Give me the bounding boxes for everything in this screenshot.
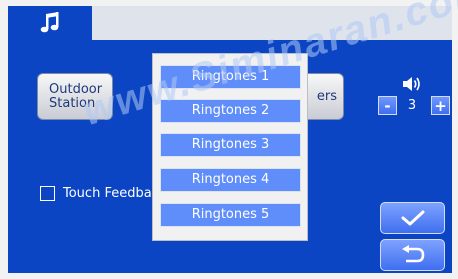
back-button[interactable] <box>380 239 445 271</box>
return-arrow-icon <box>401 245 424 263</box>
ringtone-option-4[interactable]: Ringtones 4 <box>160 168 301 192</box>
touch-feedback-label: Touch Feedba <box>63 186 152 201</box>
screen: Outdoor Station ers - 3 + Touch Feedba R… <box>0 0 458 279</box>
outdoor-station-label: Outdoor Station <box>49 81 103 111</box>
checkmark-icon <box>401 210 424 226</box>
ringtone-option-2[interactable]: Ringtones 2 <box>160 99 301 123</box>
outdoor-station-button[interactable]: Outdoor Station <box>37 73 113 120</box>
minus-icon: - <box>384 96 391 115</box>
volume-value: 3 <box>407 98 417 113</box>
ringtone-option-3[interactable]: Ringtones 3 <box>160 133 301 157</box>
ringers-label: ers <box>316 88 337 104</box>
confirm-button[interactable] <box>380 202 445 234</box>
touch-feedback-checkbox[interactable] <box>40 186 55 201</box>
volume-decrease-button[interactable]: - <box>378 96 397 115</box>
app-tab-ringtone[interactable] <box>8 6 92 40</box>
plus-icon: + <box>434 96 447 115</box>
volume-increase-button[interactable]: + <box>431 96 450 115</box>
speaker-icon <box>403 77 420 91</box>
ringtone-option-5[interactable]: Ringtones 5 <box>160 203 301 227</box>
music-note-icon <box>40 12 59 33</box>
ringtone-option-1[interactable]: Ringtones 1 <box>160 65 301 89</box>
